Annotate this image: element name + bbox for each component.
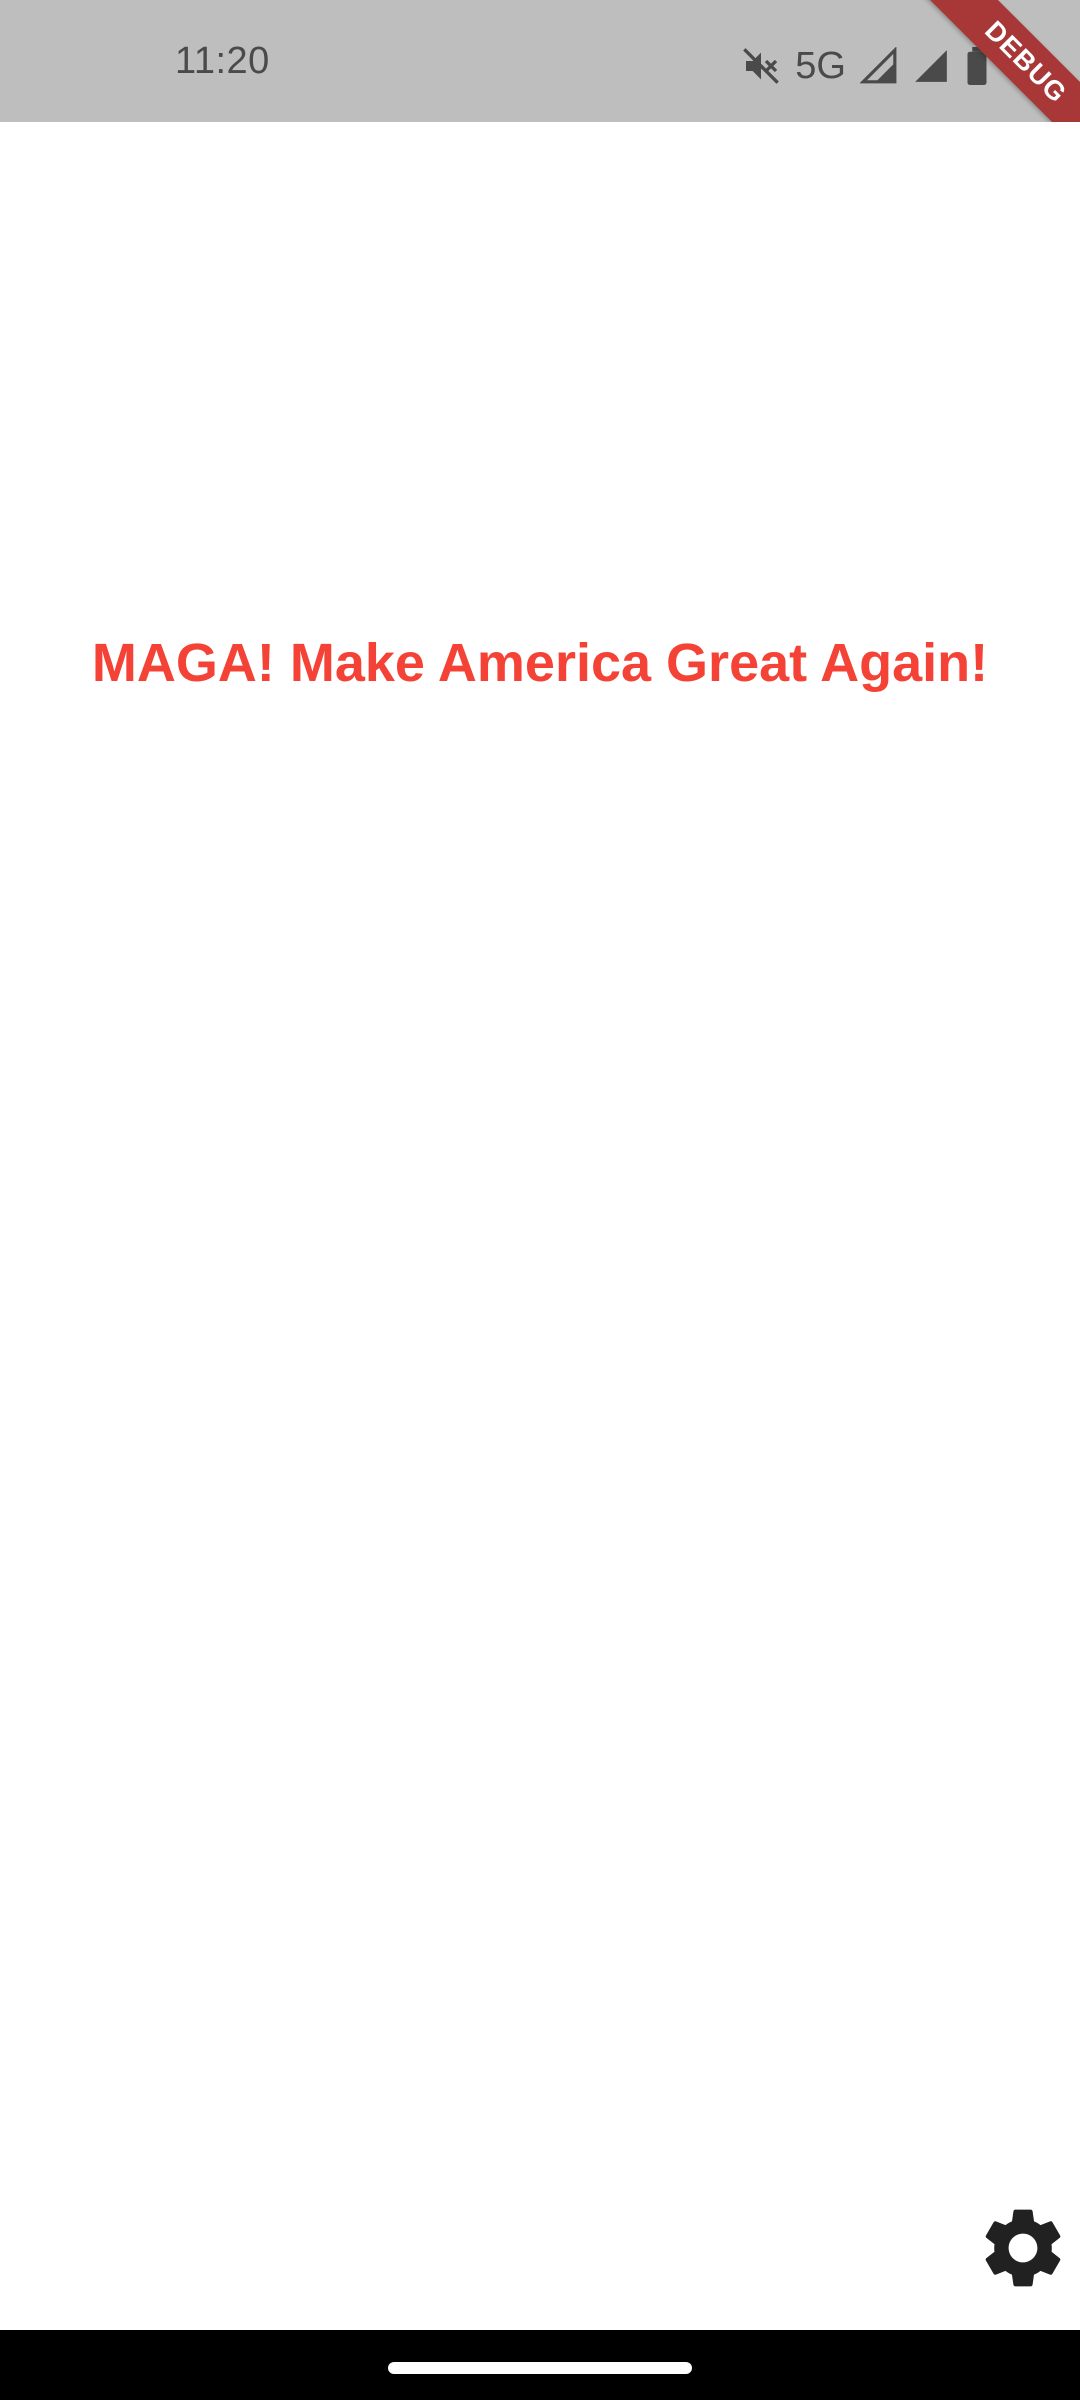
signal-icon [860, 47, 898, 85]
signal-icon [912, 47, 950, 85]
settings-button[interactable] [975, 2200, 1071, 2296]
headline-text: MAGA! Make America Great Again! [91, 633, 989, 693]
gear-icon [975, 2200, 1071, 2296]
mute-icon [741, 46, 781, 86]
status-time: 11:20 [175, 40, 270, 82]
status-icons: 5G [741, 44, 990, 88]
home-handle[interactable] [388, 2362, 692, 2374]
network-label: 5G [795, 45, 846, 87]
status-bar: 11:20 5G [0, 0, 1080, 122]
battery-icon [964, 47, 990, 85]
navigation-bar [0, 2330, 1080, 2400]
main-content: MAGA! Make America Great Again! [0, 122, 1080, 2330]
